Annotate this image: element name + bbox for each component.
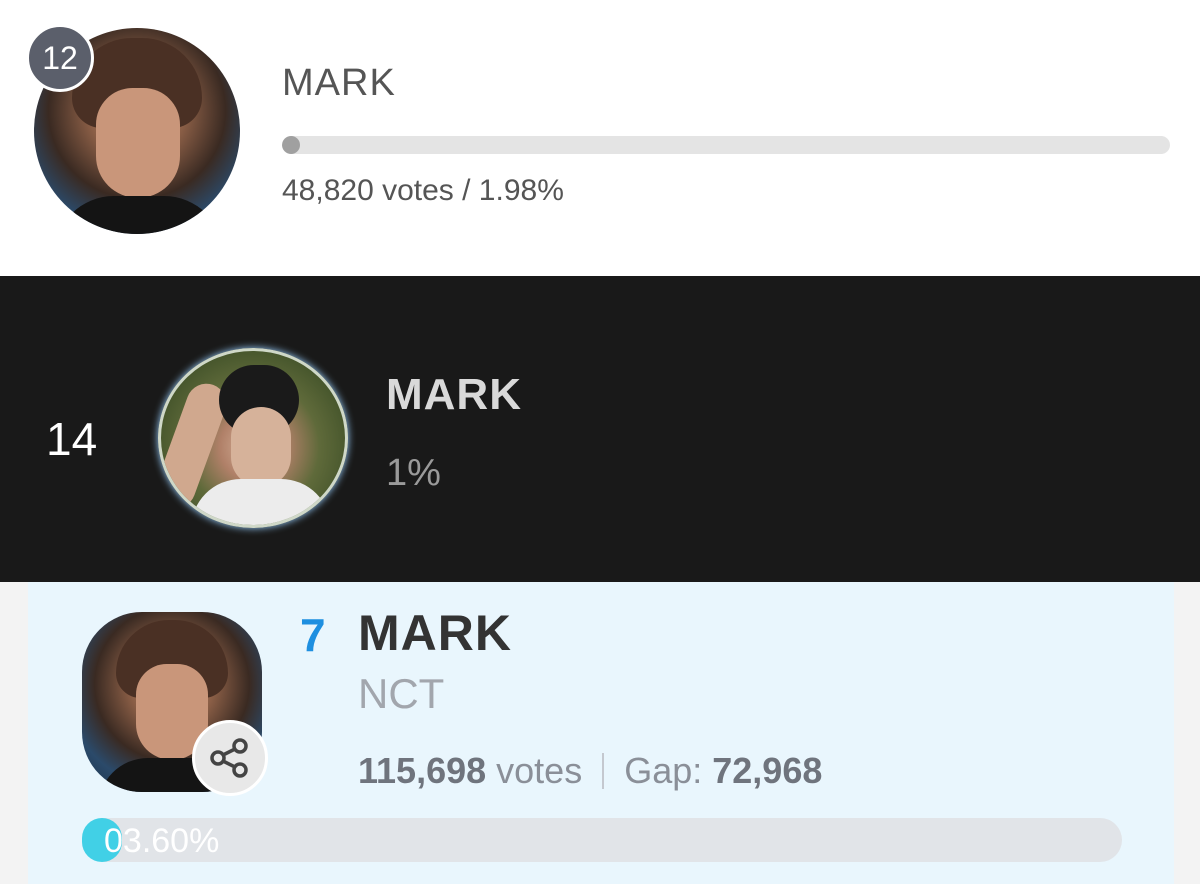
avatar-face [96,88,180,198]
avatar[interactable] [158,348,348,528]
group-name: NCT [358,670,445,717]
votes-unit: votes [496,750,583,791]
rank-number: 14 [46,413,98,465]
rank-number: 7 [300,609,326,661]
avatar-face [231,407,291,487]
vote-stats: 48,820 votes / 1.98% [282,174,564,207]
vote-percent: 1% [386,452,441,494]
share-button[interactable] [192,720,268,796]
vote-card-rank-14[interactable]: 14 MARK 1% [0,276,1200,582]
vote-progress-fill [282,136,300,154]
artist-name: MARK [386,370,522,419]
vote-progress-bar: 03.60% [82,818,1122,862]
gap-label: Gap: [624,750,703,791]
gap-value: 72,968 [712,750,823,791]
stats-divider [602,753,605,789]
rank-badge: 12 [26,24,94,92]
artist-name: MARK [358,605,512,661]
artist-name: MARK [282,62,396,104]
avatar-shirt [54,196,224,234]
vote-progress-bar [282,136,1170,154]
votes-count: 115,698 [358,750,487,791]
avatar-shirt [191,479,331,525]
vote-card-rank-7[interactable]: 7 MARK NCT 115,698 votes Gap: 72,968 03.… [28,582,1174,884]
vote-card-rank-12[interactable]: 12 MARK 48,820 votes / 1.98% [0,0,1200,276]
vote-percent-label: 03.60% [104,822,220,860]
vote-stats: 115,698 votes Gap: 72,968 [358,750,822,792]
share-icon [210,738,248,778]
